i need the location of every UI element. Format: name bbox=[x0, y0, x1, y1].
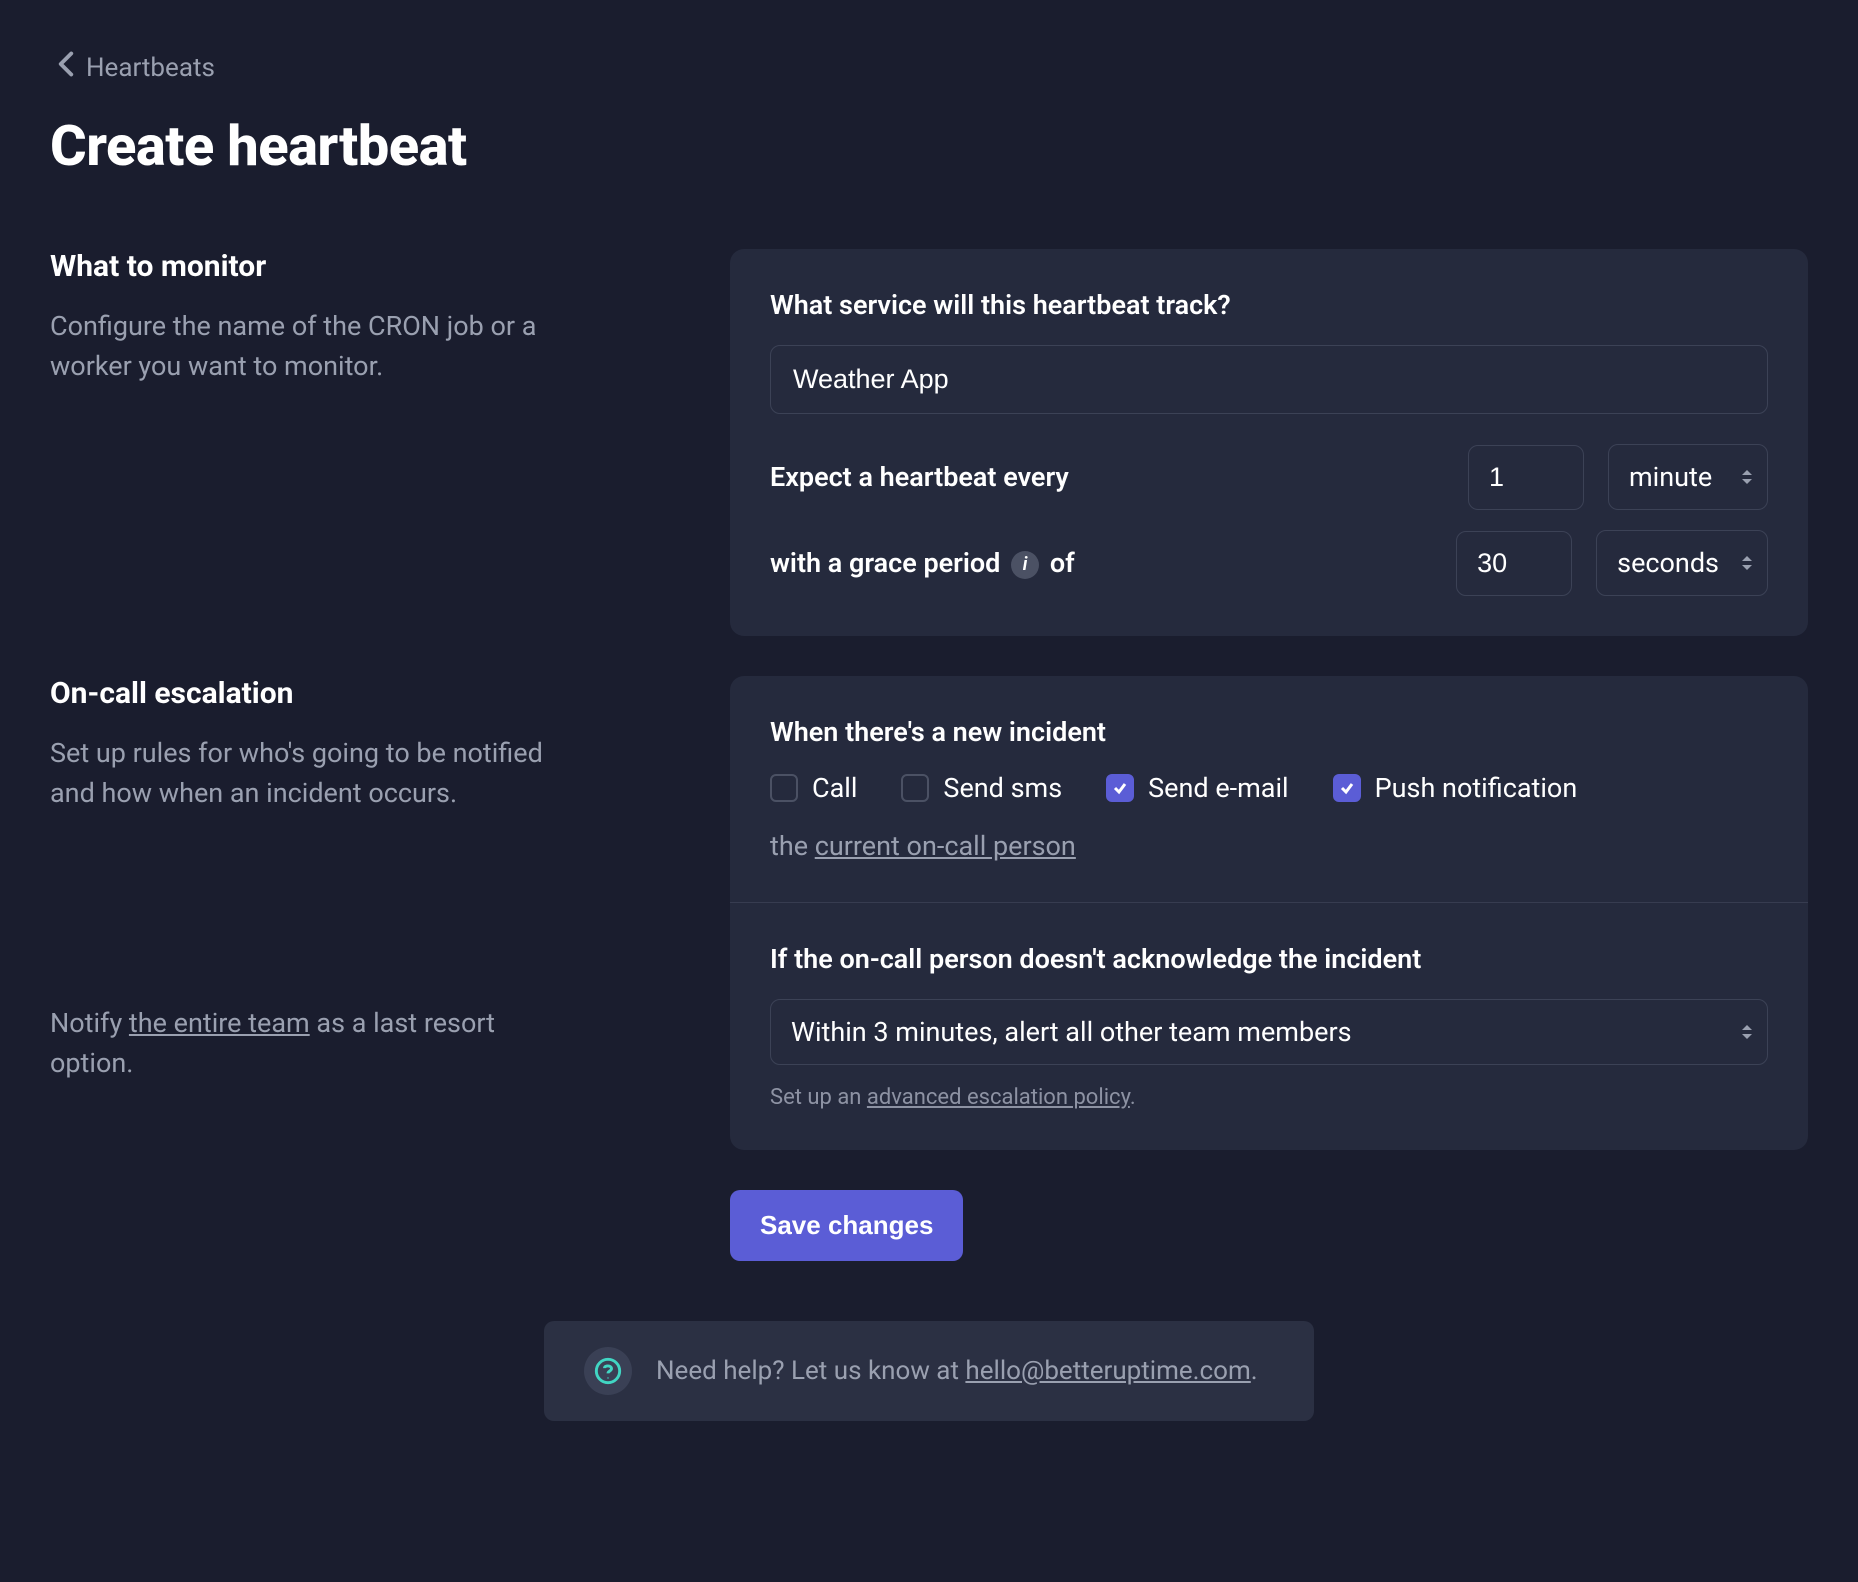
help-icon bbox=[584, 1347, 632, 1395]
page-title: Create heartbeat bbox=[50, 113, 1808, 179]
chevron-up-down-icon bbox=[1741, 554, 1753, 572]
oncall-line: the current on-call person bbox=[770, 830, 1768, 862]
checkbox-box bbox=[1333, 774, 1361, 802]
checkbox-call[interactable]: Call bbox=[770, 772, 857, 804]
chevron-up-down-icon bbox=[1741, 468, 1753, 486]
expect-label: Expect a heartbeat every bbox=[770, 461, 1069, 493]
checkbox-label: Send e-mail bbox=[1148, 772, 1288, 804]
checkbox-box bbox=[1106, 774, 1134, 802]
checkbox-box bbox=[901, 774, 929, 802]
section-what-desc: Configure the name of the CRON job or a … bbox=[50, 306, 550, 386]
checkbox-sms[interactable]: Send sms bbox=[901, 772, 1062, 804]
entire-team-link[interactable]: the entire team bbox=[129, 1007, 310, 1039]
back-link[interactable]: Heartbeats bbox=[56, 50, 215, 85]
notify-team-text: Notify the entire team as a last resort … bbox=[50, 1003, 550, 1083]
grace-value-input[interactable] bbox=[1456, 531, 1572, 596]
section-escalation-heading: On-call escalation bbox=[50, 676, 690, 711]
incident-label: When there's a new incident bbox=[770, 716, 1768, 748]
expect-unit-select[interactable]: minute bbox=[1608, 444, 1768, 510]
chevron-up-down-icon bbox=[1741, 1023, 1753, 1041]
grace-unit-value: seconds bbox=[1617, 547, 1719, 579]
save-button[interactable]: Save changes bbox=[730, 1190, 963, 1261]
checkbox-label: Send sms bbox=[943, 772, 1062, 804]
back-link-label: Heartbeats bbox=[86, 53, 215, 83]
checkbox-label: Push notification bbox=[1375, 772, 1578, 804]
help-text: Need help? Let us know at hello@betterup… bbox=[656, 1356, 1258, 1386]
what-to-monitor-card: What service will this heartbeat track? … bbox=[730, 249, 1808, 636]
help-email-link[interactable]: hello@betteruptime.com bbox=[965, 1356, 1250, 1386]
section-escalation-desc: Set up rules for who's going to be notif… bbox=[50, 733, 550, 813]
ack-select[interactable]: Within 3 minutes, alert all other team m… bbox=[770, 999, 1768, 1065]
expect-unit-value: minute bbox=[1629, 461, 1712, 493]
service-label: What service will this heartbeat track? bbox=[770, 289, 1768, 321]
expect-value-input[interactable] bbox=[1468, 445, 1584, 510]
service-input[interactable] bbox=[770, 345, 1768, 414]
chevron-left-icon bbox=[56, 50, 76, 85]
grace-unit-select[interactable]: seconds bbox=[1596, 530, 1768, 596]
info-icon[interactable]: i bbox=[1011, 551, 1039, 579]
checkbox-box bbox=[770, 774, 798, 802]
checkbox-email[interactable]: Send e-mail bbox=[1106, 772, 1288, 804]
grace-label: with a grace period i of bbox=[770, 547, 1075, 579]
checkbox-label: Call bbox=[812, 772, 857, 804]
ack-label: If the on-call person doesn't acknowledg… bbox=[770, 943, 1768, 975]
section-what-heading: What to monitor bbox=[50, 249, 690, 284]
help-box: Need help? Let us know at hello@betterup… bbox=[544, 1321, 1314, 1421]
current-oncall-link[interactable]: current on-call person bbox=[815, 830, 1076, 862]
checkbox-push[interactable]: Push notification bbox=[1333, 772, 1578, 804]
escalation-card: When there's a new incident Call Send sm… bbox=[730, 676, 1808, 1150]
advanced-escalation-line: Set up an advanced escalation policy. bbox=[770, 1085, 1768, 1110]
advanced-escalation-link[interactable]: advanced escalation policy bbox=[867, 1085, 1130, 1110]
ack-select-value: Within 3 minutes, alert all other team m… bbox=[791, 1016, 1352, 1048]
